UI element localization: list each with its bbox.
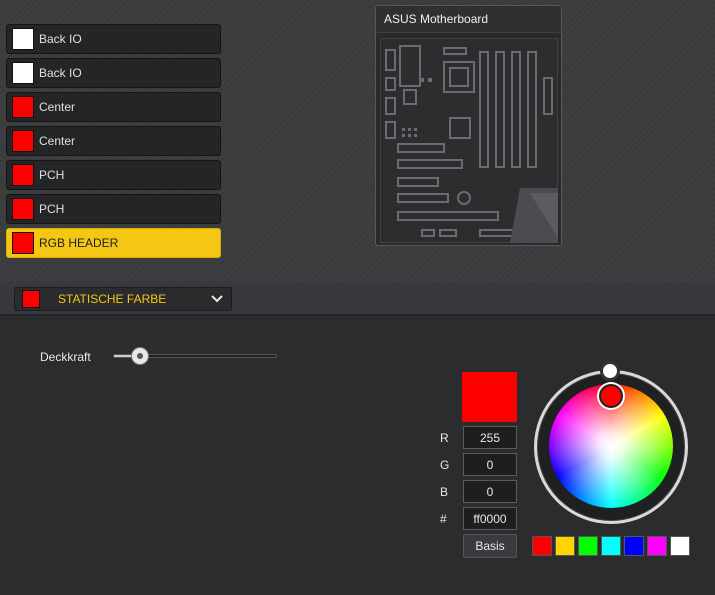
zone-label: Center [39,134,76,148]
zone-color-swatch [12,232,34,254]
color-preview-swatch [462,372,517,422]
brightness-knob[interactable] [600,361,620,381]
red-channel-label: R [440,431,449,445]
effect-color-swatch [22,290,40,308]
effect-toolbar: STATISCHE FARBE [0,282,715,316]
preset-swatch-cyan[interactable] [601,536,621,556]
zone-color-swatch [12,96,34,118]
effect-label: STATISCHE FARBE [58,292,167,306]
color-wheel-marker[interactable] [599,384,623,408]
effect-dropdown[interactable]: STATISCHE FARBE [14,287,232,311]
chevron-down-icon [211,295,223,303]
zone-item-rgb-header[interactable]: RGB HEADER [6,228,221,258]
hex-label: # [440,512,447,526]
blue-value-input[interactable] [463,480,517,503]
preset-swatch-red[interactable] [532,536,552,556]
green-value-input[interactable] [463,453,517,476]
motherboard-diagram [380,38,558,243]
zone-color-swatch [12,28,34,50]
zone-item-back-io-2[interactable]: Back IO [6,58,221,88]
zone-color-swatch [12,198,34,220]
zone-label: Center [39,100,76,114]
device-card[interactable]: ASUS Motherboard [375,5,562,246]
preset-swatch-yellow[interactable] [555,536,575,556]
red-value-input[interactable] [463,426,517,449]
hex-value-input[interactable] [463,507,517,530]
zone-color-swatch [12,62,34,84]
zone-label: RGB HEADER [39,236,119,250]
green-channel-label: G [440,458,450,472]
opacity-slider-thumb[interactable] [131,347,149,365]
zone-color-swatch [12,130,34,152]
zone-item-center-2[interactable]: Center [6,126,221,156]
zone-label: Back IO [39,66,82,80]
zone-item-pch-1[interactable]: PCH [6,160,221,190]
device-title: ASUS Motherboard [376,6,561,33]
zone-item-back-io-1[interactable]: Back IO [6,24,221,54]
opacity-label: Deckkraft [40,350,91,364]
preset-swatch-white[interactable] [670,536,690,556]
zone-label: PCH [39,202,65,216]
preset-swatch-magenta[interactable] [647,536,667,556]
blue-channel-label: B [440,485,449,499]
zone-item-center-1[interactable]: Center [6,92,221,122]
zone-color-swatch [12,164,34,186]
preset-swatch-blue[interactable] [624,536,644,556]
zone-label: PCH [39,168,65,182]
basis-button[interactable]: Basis [463,534,517,558]
zone-label: Back IO [39,32,82,46]
zone-item-pch-2[interactable]: PCH [6,194,221,224]
preset-swatch-green[interactable] [578,536,598,556]
